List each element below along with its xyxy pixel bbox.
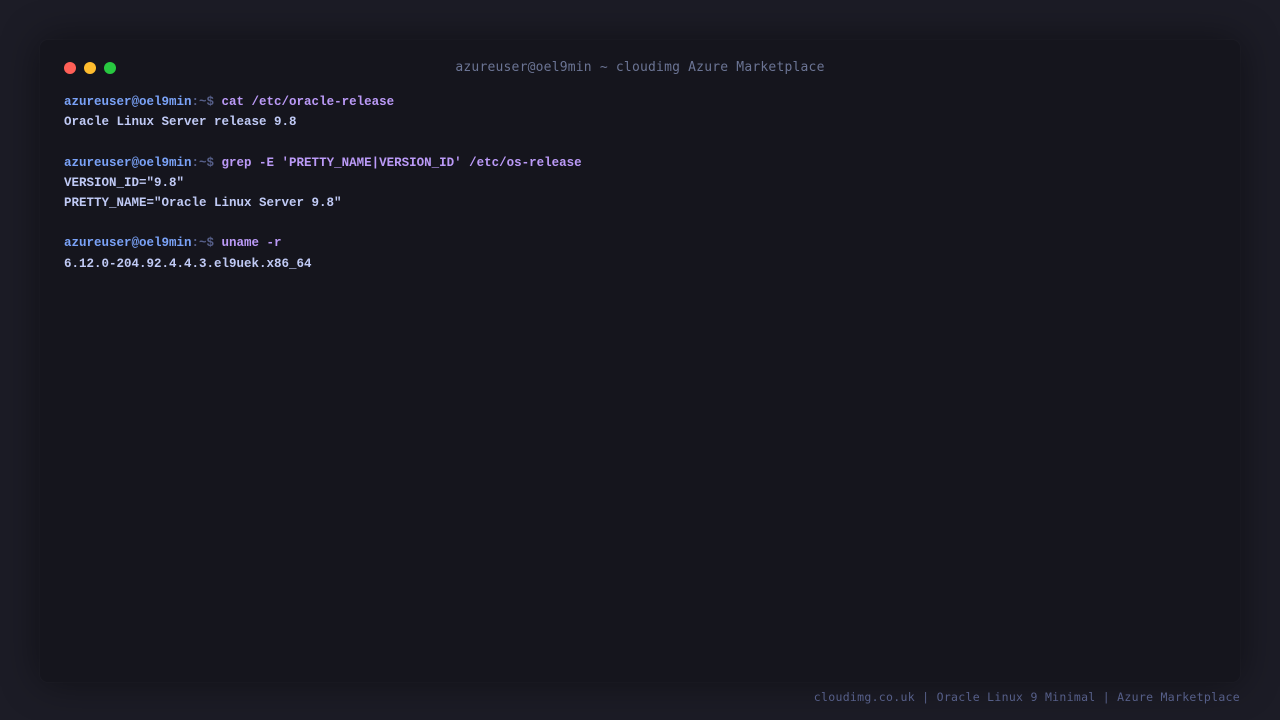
prompt-user: azureuser@oel9min	[64, 95, 192, 109]
command-text: uname -r	[221, 236, 282, 251]
prompt-user: azureuser@oel9min	[64, 155, 192, 170]
output-line: Oracle Linux Server release 9.8	[64, 115, 297, 130]
prompt-path: :~$	[191, 155, 222, 170]
command-line: azureuser@oel9min:~$ grep -E 'PRETTY_NAM…	[64, 153, 1216, 173]
output-line: PRETTY_NAME="Oracle Linux Server 9.8"	[64, 195, 342, 210]
footer-caption: cloudimg.co.uk | Oracle Linux 9 Minimal …	[813, 690, 1240, 704]
window-title: azureuser@oel9min ~ cloudimg Azure Marke…	[455, 60, 825, 75]
command-line: azureuser@oel9min:~$ uname -r	[64, 233, 1216, 253]
terminal-window[interactable]: azureuser@oel9min ~ cloudimg Azure Marke…	[40, 40, 1240, 682]
output-line: 6.12.0-204.92.4.4.3.el9uek.x86_64	[64, 256, 312, 271]
titlebar: azureuser@oel9min ~ cloudimg Azure Marke…	[40, 40, 1240, 96]
command-text: grep -E 'PRETTY_NAME|VERSION_ID' /etc/os…	[221, 155, 582, 170]
command-line: azureuser@oel9min:~$ cat /etc/oracle-rel…	[64, 92, 1216, 112]
prompt-path: :~$	[191, 95, 222, 109]
command-text: cat /etc/oracle-release	[221, 95, 395, 109]
prompt-user: azureuser@oel9min	[64, 236, 192, 251]
terminal-output[interactable]: azureuser@oel9min:~$ cat /etc/oracle-rel…	[64, 92, 1216, 274]
output-line: VERSION_ID="9.8"	[64, 175, 185, 190]
prompt-path: :~$	[191, 236, 222, 251]
